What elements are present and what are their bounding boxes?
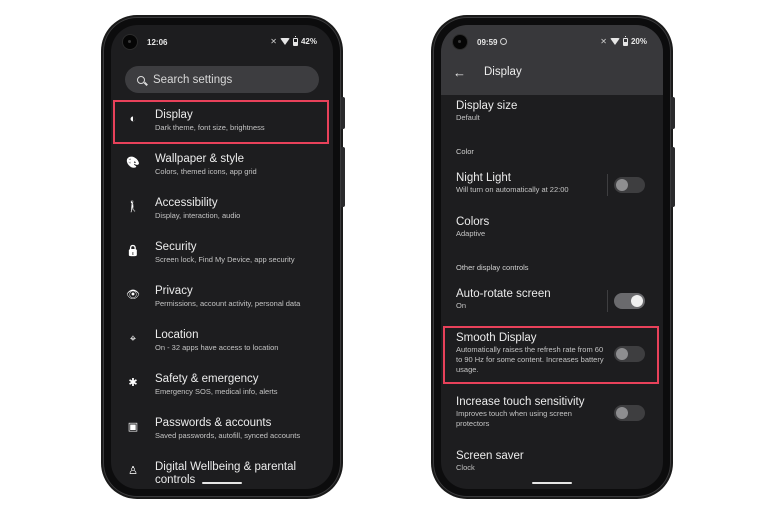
item-title: Wallpaper & style — [155, 153, 245, 165]
item-title: Location — [155, 329, 199, 341]
item-subtitle: Dark theme, font size, brightness — [155, 123, 265, 132]
phone-right: 09:59 ✕ 20% ← Display Display size Defau… — [433, 17, 675, 497]
item-subtitle: Saved passwords, autofill, synced accoun… — [155, 431, 301, 440]
divider — [607, 174, 608, 196]
item-title: Accessibility — [155, 197, 218, 209]
settings-item-location[interactable]: ⌖ Location On - 32 apps have access to loc… — [111, 320, 333, 364]
display-settings-screen: 09:59 ✕ 20% ← Display Display size Defau… — [441, 25, 663, 489]
brightness-icon: ◐ — [129, 112, 137, 125]
night-light-toggle[interactable] — [614, 177, 645, 193]
item-subtitle: Colors, themed icons, app grid — [155, 167, 257, 176]
settings-item-security[interactable]: 🔒 Security Screen lock, Find My Device, ap… — [111, 232, 333, 276]
auto-rotate-toggle[interactable] — [614, 293, 645, 309]
search-placeholder: Search settings — [153, 73, 233, 86]
volume-button — [341, 147, 345, 207]
toggle-knob — [631, 295, 643, 307]
item-subtitle: Clock — [456, 463, 475, 472]
screen-saver-item[interactable]: Screen saver Clock — [441, 449, 606, 473]
category-color: Color — [456, 147, 474, 156]
medical-asterisk-icon: ✱ — [128, 376, 138, 389]
settings-item-safety-emergency[interactable]: ✱ Safety & emergency Emergency SOS, medica… — [111, 364, 333, 408]
home-indicator[interactable] — [202, 482, 242, 484]
item-title: Smooth Display — [456, 332, 537, 344]
item-subtitle: Automatically raises the refresh rate fr… — [456, 345, 604, 374]
item-subtitle: Permissions, account activity, personal … — [155, 299, 301, 308]
power-button — [671, 97, 675, 129]
home-indicator[interactable] — [532, 482, 572, 484]
settings-list: ◐ Display Dark theme, font size, brightnes… — [111, 100, 333, 489]
item-title: Safety & emergency — [155, 373, 259, 385]
smooth-display-toggle[interactable] — [614, 346, 645, 362]
battery-percent: 20% — [630, 37, 647, 46]
wifi-icon — [279, 38, 290, 45]
item-title: Security — [155, 241, 197, 253]
item-subtitle: Improves touch when using screen protect… — [456, 409, 572, 428]
status-bar: 09:59 ✕ 20% — [441, 25, 663, 59]
search-icon — [137, 75, 145, 84]
location-pin-icon: ⌖ — [129, 332, 137, 345]
vibrate-off-icon: ✕ — [600, 37, 607, 46]
toggle-knob — [616, 179, 628, 191]
wifi-icon — [609, 38, 620, 45]
page-title: Display — [484, 66, 522, 78]
display-size-item[interactable]: Display size Default — [441, 99, 606, 123]
status-bar: 12:06 ✕ 42% — [111, 25, 333, 59]
colors-item[interactable]: Colors Adaptive — [441, 215, 606, 239]
item-title: Digital Wellbeing & parental controls — [155, 461, 297, 486]
item-subtitle: Will turn on automatically at 22:00 — [456, 185, 569, 194]
item-title: Display — [155, 109, 193, 121]
app-bar: 09:59 ✕ 20% ← Display — [441, 25, 663, 95]
smooth-display-item[interactable]: Smooth Display Automatically raises the … — [441, 331, 606, 375]
settings-screen: 12:06 ✕ 42% Search settings ◐ Display Dark… — [111, 25, 333, 489]
divider — [607, 290, 608, 312]
battery-icon — [292, 35, 298, 46]
touch-sensitivity-item[interactable]: Increase touch sensitivity Improves touc… — [441, 395, 606, 429]
item-title: Privacy — [155, 285, 193, 297]
item-title: Increase touch sensitivity — [456, 396, 585, 408]
settings-item-passwords-accounts[interactable]: ▣ Passwords & accounts Saved passwords, au… — [111, 408, 333, 452]
privacy-eye-icon: 👁 — [126, 288, 140, 301]
toggle-knob — [616, 348, 628, 360]
status-time: 12:06 — [147, 38, 168, 47]
item-subtitle: Adaptive — [456, 229, 486, 238]
item-title: Display size — [456, 100, 518, 112]
power-button — [341, 97, 345, 129]
settings-item-wallpaper-style[interactable]: 🎨 Wallpaper & style Colors, themed icons, … — [111, 144, 333, 188]
item-title: Colors — [456, 216, 490, 228]
item-subtitle: On — [456, 301, 467, 310]
auto-rotate-item[interactable]: Auto-rotate screen On — [441, 287, 606, 311]
category-other-display-controls: Other display controls — [456, 263, 529, 272]
settings-item-privacy[interactable]: 👁 Privacy Permissions, account activity, p… — [111, 276, 333, 320]
settings-item-display[interactable]: ◐ Display Dark theme, font size, brightnes… — [111, 100, 333, 144]
palette-icon: 🎨 — [126, 156, 140, 169]
phone-left: 12:06 ✕ 42% Search settings ◐ Display Dark… — [103, 17, 345, 497]
toggle-knob — [616, 407, 628, 419]
item-title: Passwords & accounts — [155, 417, 272, 429]
accessibility-icon: 🚶 — [126, 200, 140, 213]
volume-button — [671, 147, 675, 207]
lock-icon: 🔒 — [126, 244, 140, 257]
wellbeing-icon: ♙ — [128, 464, 138, 477]
item-title: Screen saver — [456, 450, 524, 462]
status-time: 09:59 — [477, 38, 508, 47]
settings-item-accessibility[interactable]: 🚶 Accessibility Display, interaction, audi… — [111, 188, 333, 232]
account-box-icon: ▣ — [127, 420, 139, 433]
vibrate-off-icon: ✕ — [270, 37, 277, 46]
battery-percent: 42% — [300, 37, 317, 46]
item-subtitle: Screen lock, Find My Device, app securit… — [155, 255, 295, 264]
battery-icon — [622, 35, 628, 46]
item-subtitle: Display, interaction, audio — [155, 211, 241, 220]
touch-sensitivity-toggle[interactable] — [614, 405, 645, 421]
item-subtitle: On - 32 apps have access to location — [155, 343, 279, 352]
search-settings-input[interactable]: Search settings — [125, 66, 319, 93]
item-subtitle: Emergency SOS, medical info, alerts — [155, 387, 278, 396]
settings-gear-icon — [500, 38, 508, 45]
item-subtitle: Default — [456, 113, 480, 122]
item-title: Auto-rotate screen — [456, 288, 551, 300]
back-arrow-icon[interactable]: ← — [453, 65, 466, 80]
